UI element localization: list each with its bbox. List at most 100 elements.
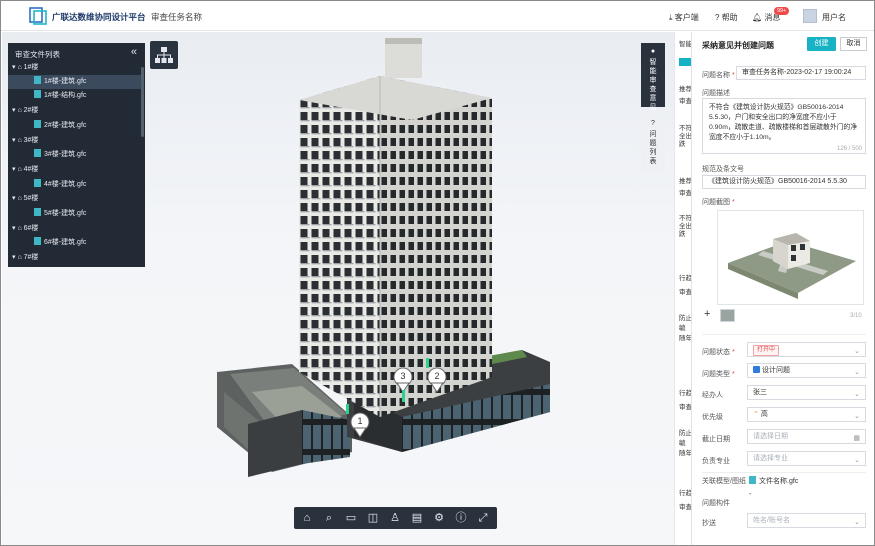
caret-down-icon: ▾ ⌂ [12,254,24,261]
edit-icon [753,366,760,373]
avatar[interactable] [803,9,817,23]
type-label: 问题类型 * [702,371,735,378]
priority-high-icon: ⌃ [753,411,759,418]
tree-item-file[interactable]: 1#楼-结构.gfc [8,89,141,103]
chevron-down-icon: ⌄ [854,369,860,376]
issue-name-label: 问题名称 * [702,72,735,79]
handler-select[interactable]: 张三 ⌄ [747,385,866,400]
priority-label: 优先级 [702,414,723,421]
screenshot-label: 问题截图 * [702,199,735,206]
review-text: 毓 [679,325,686,332]
discipline-label: 负责专业 [702,458,730,465]
chevron-down-icon: ⌄ [854,413,860,420]
top-bar: 广联达数维协同设计平台 审查任务名称 ⤓ 客户端 ? 帮助 🔔︎ 消息 99+ … [1,1,874,31]
section-icon[interactable]: ◫ [366,511,380,525]
file-icon [34,76,41,84]
marker-label-2[interactable]: 2 [432,371,442,381]
discipline-select[interactable]: 请选择专业 ⌄ [747,451,866,466]
type-select[interactable]: 设计问题 ⌄ [747,363,866,378]
brand-name: 广联达数维协同设计平台 [52,12,146,22]
review-label: 审查 [679,404,691,411]
collapse-icon[interactable]: « [131,46,137,58]
caret-down-icon: ▾ ⌂ [12,137,24,144]
tree-item-file[interactable]: 6#楼-建筑.gfc [8,236,141,250]
tab-smart-review[interactable]: ● 智能审查意见 [641,43,665,111]
review-label: 审查 [679,190,691,197]
handler-label: 经办人 [702,392,723,399]
tree-scrollbar[interactable] [141,67,144,137]
file-icon [34,208,41,216]
model-link[interactable]: 文件名称.gfc [749,476,798,486]
file-icon [749,476,756,484]
gear-icon[interactable]: ⚙ [432,511,446,525]
screenshot-counter: 3/10 [850,313,862,319]
issue-screenshot[interactable] [717,210,864,305]
property-icon[interactable]: ▤ [410,511,424,525]
create-button[interactable]: 创建 [807,37,836,51]
tree-item-file[interactable]: 4#楼-建筑.gfc [8,178,141,192]
create-issue-panel: 采纳意见并创建问题 创建 取消 问题名称 * 审查任务名称-2023-02-17… [691,32,874,545]
tree-item-file[interactable]: 5#楼-建筑.gfc [8,207,141,221]
measure-icon[interactable]: ▭ [344,511,358,525]
viewer-toolbar: ⌂ ⌕ ▭ ◫ ♙ ▤ ⚙ ⓘ ⤢ [294,507,497,529]
tree-item-folder[interactable]: ▾ ⌂ 1#楼 [8,61,141,75]
client-link[interactable]: ⤓ 客户端 [669,12,699,23]
review-text: 防止 [679,430,691,437]
help-link[interactable]: ? 帮助 [715,12,738,23]
side-tabs: ● 智能审查意见 ? 问题列表 [641,43,665,173]
review-text: 跌 [679,141,686,148]
question-icon: ? [651,120,655,127]
review-label: 行趋 [679,490,691,497]
deadline-input[interactable]: 请选择日期 ▦ [747,429,866,444]
priority-select[interactable]: ⌃ 高 ⌄ [747,407,866,422]
tree-item-folder[interactable]: ▾ ⌂ 7#楼 [8,251,141,265]
review-filter[interactable] [679,58,691,66]
tree-item-folder[interactable]: ▾ ⌂ 6#楼 [8,222,141,236]
cc-select[interactable]: 姓名/账号名 ⌄ [747,513,866,528]
file-icon [34,149,41,157]
zoom-area-icon[interactable]: ⌕ [322,511,336,525]
caret-down-icon: ▾ ⌂ [12,195,24,202]
review-text: 跌 [679,231,686,238]
marker-label-3[interactable]: 3 [398,371,408,381]
review-status: 推荐 [679,178,691,185]
screenshot-thumbnail[interactable] [720,309,735,322]
tree-item-file[interactable]: 3#楼-建筑.gfc [8,148,141,162]
user-name[interactable]: 用户名 [822,12,846,23]
tree-item-folder[interactable]: ▾ ⌂ 3#楼 [8,134,141,148]
structure-toggle-button[interactable] [150,41,178,69]
roam-icon[interactable]: ♙ [388,511,402,525]
help-icon: ? [715,13,720,22]
fullscreen-icon[interactable]: ⤢ [476,511,490,525]
add-screenshot-icon[interactable]: + [704,308,710,320]
caret-down-icon: ▾ ⌂ [12,107,24,114]
caret-down-icon: ▾ ⌂ [12,225,24,232]
issue-desc-label: 问题描述 [702,90,730,97]
marker-label-1[interactable]: 1 [355,416,365,426]
caret-down-icon: ▾ ⌂ [12,166,24,173]
tree-item-folder[interactable]: ▾ ⌂ 5#楼 [8,192,141,206]
tree-item-folder[interactable]: ▾ ⌂ 4#楼 [8,163,141,177]
divider [702,472,866,473]
info-icon[interactable]: ⓘ [454,511,468,525]
status-select[interactable]: 打开中 ⌄ [747,342,866,357]
tree-item-folder[interactable]: ▾ ⌂ 2#楼 [8,104,141,118]
status-label: 问题状态 * [702,349,735,356]
spec-input[interactable]: 《建筑设计防火规范》GB50016-2014 5.5.30 [702,175,866,189]
caret-down-icon: ▾ ⌂ [12,64,24,71]
chevron-down-icon: ⌄ [854,519,860,526]
home-icon[interactable]: ⌂ [300,511,314,525]
panel-title: 采纳意见并创建问题 [702,41,774,50]
hierarchy-icon [155,47,173,63]
issue-name-input[interactable]: 审查任务名称-2023-02-17 19:00:24 [736,66,866,80]
tab-issue-list[interactable]: ? 问题列表 [641,115,665,171]
tree-item-file[interactable]: 1#楼-建筑.gfc [8,75,141,89]
screenshot-image-icon [728,233,856,299]
message-badge: 99+ [774,7,790,15]
tree-item-file[interactable]: 2#楼-建筑.gfc [8,119,141,133]
review-text: 防止 [679,315,691,322]
component-value: - [749,491,752,498]
chevron-down-icon: ⌄ [854,457,860,464]
cc-label: 抄送 [702,520,716,527]
cancel-button[interactable]: 取消 [840,37,867,51]
